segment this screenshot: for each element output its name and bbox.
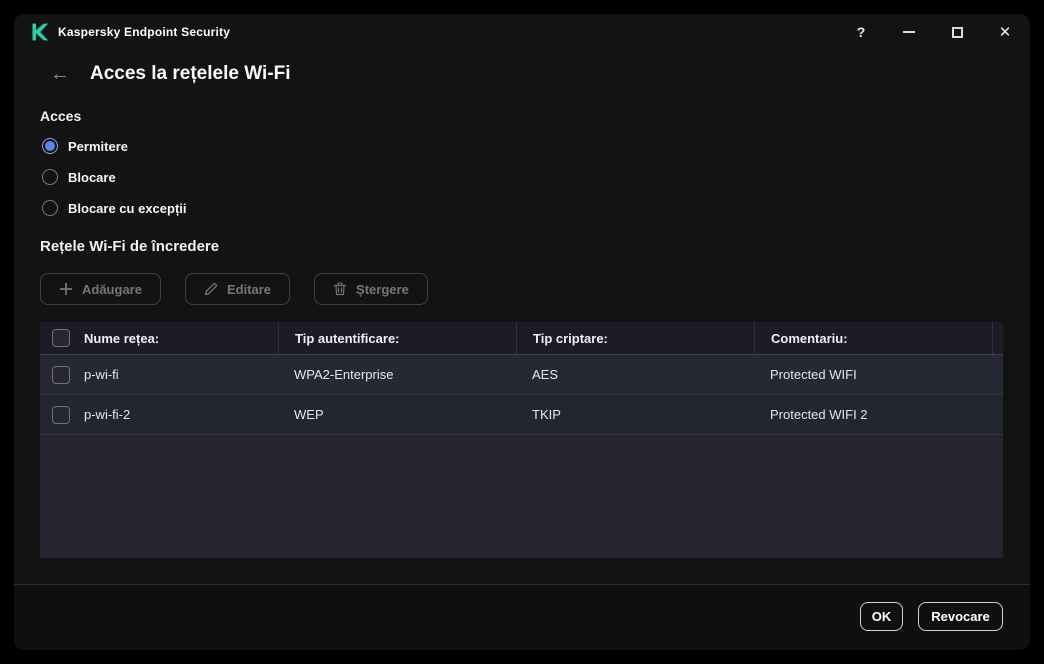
radio-label: Permitere [68,138,128,154]
kaspersky-logo-icon [32,23,49,41]
trash-icon [333,282,347,296]
table-toolbar: Adăugare Editare Ștergere [40,273,428,305]
radio-icon[interactable] [42,138,58,154]
cell-auth: WEP [294,407,324,422]
kaspersky-window: Kaspersky Endpoint Security ? ✕ ← Acces … [14,14,1030,650]
minimize-icon[interactable] [899,22,919,42]
pencil-icon [204,282,218,296]
radio-label: Blocare cu excepții [68,200,187,216]
cell-comment: Protected WIFI 2 [770,407,868,422]
plus-icon [60,283,72,295]
column-header-name: Nume rețea: [84,330,160,346]
table-row[interactable]: p-wi-fi WPA2-Enterprise AES Protected WI… [40,355,1003,395]
access-section-heading: Acces [40,108,82,124]
column-header-comment: Comentariu: [771,330,848,346]
edit-button[interactable]: Editare [184,273,291,305]
select-all-checkbox[interactable] [52,329,70,347]
ok-button[interactable]: OK [860,602,903,631]
back-arrow-icon[interactable]: ← [50,64,74,84]
cell-comment: Protected WIFI [770,367,857,382]
maximize-icon[interactable] [947,22,967,42]
app-title: Kaspersky Endpoint Security [58,25,231,39]
radio-permitere[interactable]: Permitere [42,136,128,156]
trusted-section-heading: Rețele Wi-Fi de încredere [40,238,220,255]
footer-bar: OK Revocare [14,584,1030,650]
row-checkbox[interactable] [52,405,70,424]
row-checkbox[interactable] [52,365,70,384]
page-title: Acces la rețelele Wi-Fi [90,63,291,84]
column-header-encryption: Tip criptare: [533,330,608,346]
scrollbar-gutter [992,322,1003,354]
table-header-row: Nume rețea: Tip autentificare: Tip cript… [40,322,1003,355]
cancel-button[interactable]: Revocare [918,602,1003,631]
radio-blocare-cu-exceptii[interactable]: Blocare cu excepții [42,198,187,218]
radio-icon[interactable] [42,169,58,185]
cell-name: p-wi-fi-2 [84,407,131,422]
column-header-auth: Tip autentificare: [295,330,400,346]
edit-button-label: Editare [226,281,272,297]
table-row[interactable]: p-wi-fi-2 WEP TKIP Protected WIFI 2 [40,395,1003,435]
delete-button-label: Ștergere [356,281,409,297]
cell-name: p-wi-fi [84,367,119,382]
radio-icon[interactable] [42,200,58,216]
cell-encryption: TKIP [532,407,561,422]
add-button-label: Adăugare [82,281,142,297]
cell-encryption: AES [532,367,559,382]
radio-blocare[interactable]: Blocare [42,167,116,187]
cell-auth: WPA2-Enterprise [294,367,394,382]
close-icon[interactable]: ✕ [995,22,1015,42]
wifi-networks-table: Nume rețea: Tip autentificare: Tip cript… [40,322,1003,558]
titlebar: Kaspersky Endpoint Security ? ✕ [14,14,1030,50]
delete-button[interactable]: Ștergere [314,273,428,305]
add-button[interactable]: Adăugare [40,273,161,305]
radio-label: Blocare [68,169,116,185]
help-icon[interactable]: ? [851,22,871,42]
